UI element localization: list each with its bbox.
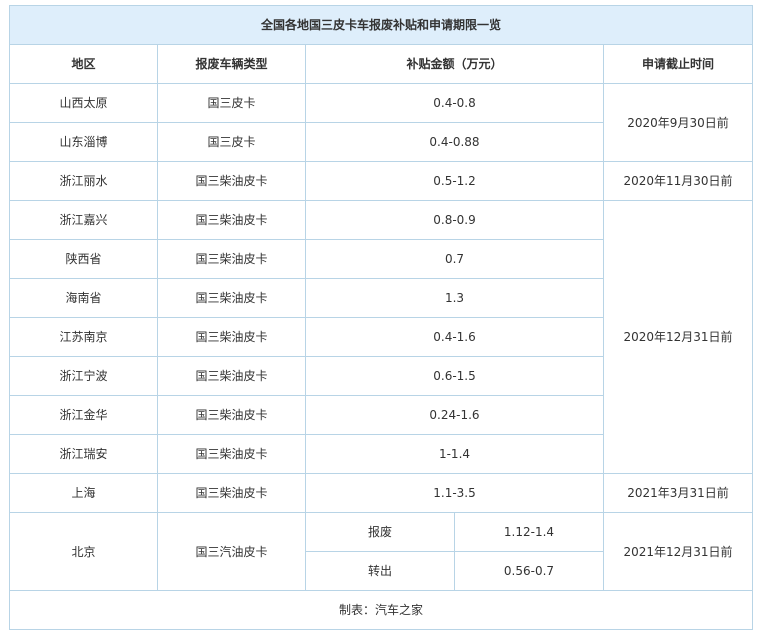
cell-region: 江苏南京 bbox=[9, 317, 158, 357]
cell-amount: 1-1.4 bbox=[305, 434, 604, 474]
cell-amount: 0.6-1.5 bbox=[305, 356, 604, 396]
cell-sub-label: 报废 bbox=[305, 512, 455, 552]
cell-type: 国三柴油皮卡 bbox=[157, 239, 306, 279]
table-row: 浙江丽水 国三柴油皮卡 0.5-1.2 2020年11月30日前 bbox=[9, 161, 753, 201]
header-region: 地区 bbox=[9, 44, 158, 84]
cell-region: 浙江嘉兴 bbox=[9, 200, 158, 240]
cell-type: 国三皮卡 bbox=[157, 83, 306, 123]
cell-region: 北京 bbox=[9, 512, 158, 591]
cell-region: 浙江丽水 bbox=[9, 161, 158, 201]
cell-amount: 0.7 bbox=[305, 239, 604, 279]
cell-amount: 1.1-3.5 bbox=[305, 473, 604, 513]
cell-type: 国三皮卡 bbox=[157, 122, 306, 162]
cell-amount: 0.4-0.88 bbox=[305, 122, 604, 162]
table-row: 山西太原 国三皮卡 0.4-0.8 2020年9月30日前 bbox=[9, 83, 753, 162]
table-title: 全国各地国三皮卡车报废补贴和申请期限一览 bbox=[9, 5, 753, 45]
cell-type: 国三柴油皮卡 bbox=[157, 161, 306, 201]
cell-region: 浙江金华 bbox=[9, 395, 158, 435]
cell-region: 浙江瑞安 bbox=[9, 434, 158, 474]
cell-deadline: 2021年3月31日前 bbox=[603, 473, 753, 513]
header-deadline: 申请截止时间 bbox=[603, 44, 753, 84]
cell-region: 浙江宁波 bbox=[9, 356, 158, 396]
table-footer: 制表：汽车之家 bbox=[9, 590, 753, 630]
cell-amount: 1.3 bbox=[305, 278, 604, 318]
cell-amount: 0.4-1.6 bbox=[305, 317, 604, 357]
cell-deadline: 2020年9月30日前 bbox=[603, 83, 753, 162]
cell-amount: 0.4-0.8 bbox=[305, 83, 604, 123]
cell-region: 山东淄博 bbox=[9, 122, 158, 162]
cell-type: 国三柴油皮卡 bbox=[157, 395, 306, 435]
table-title-row: 全国各地国三皮卡车报废补贴和申请期限一览 bbox=[9, 5, 753, 45]
cell-deadline: 2020年11月30日前 bbox=[603, 161, 753, 201]
table-row: 上海 国三柴油皮卡 1.1-3.5 2021年3月31日前 bbox=[9, 473, 753, 513]
cell-type: 国三柴油皮卡 bbox=[157, 356, 306, 396]
cell-type: 国三柴油皮卡 bbox=[157, 317, 306, 357]
cell-region: 陕西省 bbox=[9, 239, 158, 279]
header-amount: 补贴金额（万元） bbox=[305, 44, 604, 84]
cell-region: 上海 bbox=[9, 473, 158, 513]
cell-amount: 0.8-0.9 bbox=[305, 200, 604, 240]
cell-sub-amount: 0.56-0.7 bbox=[454, 551, 604, 591]
cell-region: 山西太原 bbox=[9, 83, 158, 123]
table-row: 浙江嘉兴 国三柴油皮卡 0.8-0.9 2020年12月31日前 bbox=[9, 200, 753, 474]
table-footer-row: 制表：汽车之家 bbox=[9, 590, 753, 630]
subsidy-table: 全国各地国三皮卡车报废补贴和申请期限一览 地区 报废车辆类型 补贴金额（万元） … bbox=[9, 5, 753, 630]
cell-type: 国三汽油皮卡 bbox=[157, 512, 306, 591]
cell-amount: 0.5-1.2 bbox=[305, 161, 604, 201]
table-row-beijing: 北京 国三汽油皮卡 报废 1.12-1.4 2021年12月31日前 bbox=[9, 512, 753, 591]
cell-region: 海南省 bbox=[9, 278, 158, 318]
cell-type: 国三柴油皮卡 bbox=[157, 473, 306, 513]
cell-type: 国三柴油皮卡 bbox=[157, 278, 306, 318]
header-vehicle-type: 报废车辆类型 bbox=[157, 44, 306, 84]
cell-type: 国三柴油皮卡 bbox=[157, 434, 306, 474]
cell-deadline: 2020年12月31日前 bbox=[603, 200, 753, 474]
cell-deadline: 2021年12月31日前 bbox=[603, 512, 753, 591]
table-header-row: 地区 报废车辆类型 补贴金额（万元） 申请截止时间 bbox=[9, 44, 753, 84]
cell-sub-amount: 1.12-1.4 bbox=[454, 512, 604, 552]
cell-type: 国三柴油皮卡 bbox=[157, 200, 306, 240]
cell-sub-label: 转出 bbox=[305, 551, 455, 591]
cell-amount: 0.24-1.6 bbox=[305, 395, 604, 435]
